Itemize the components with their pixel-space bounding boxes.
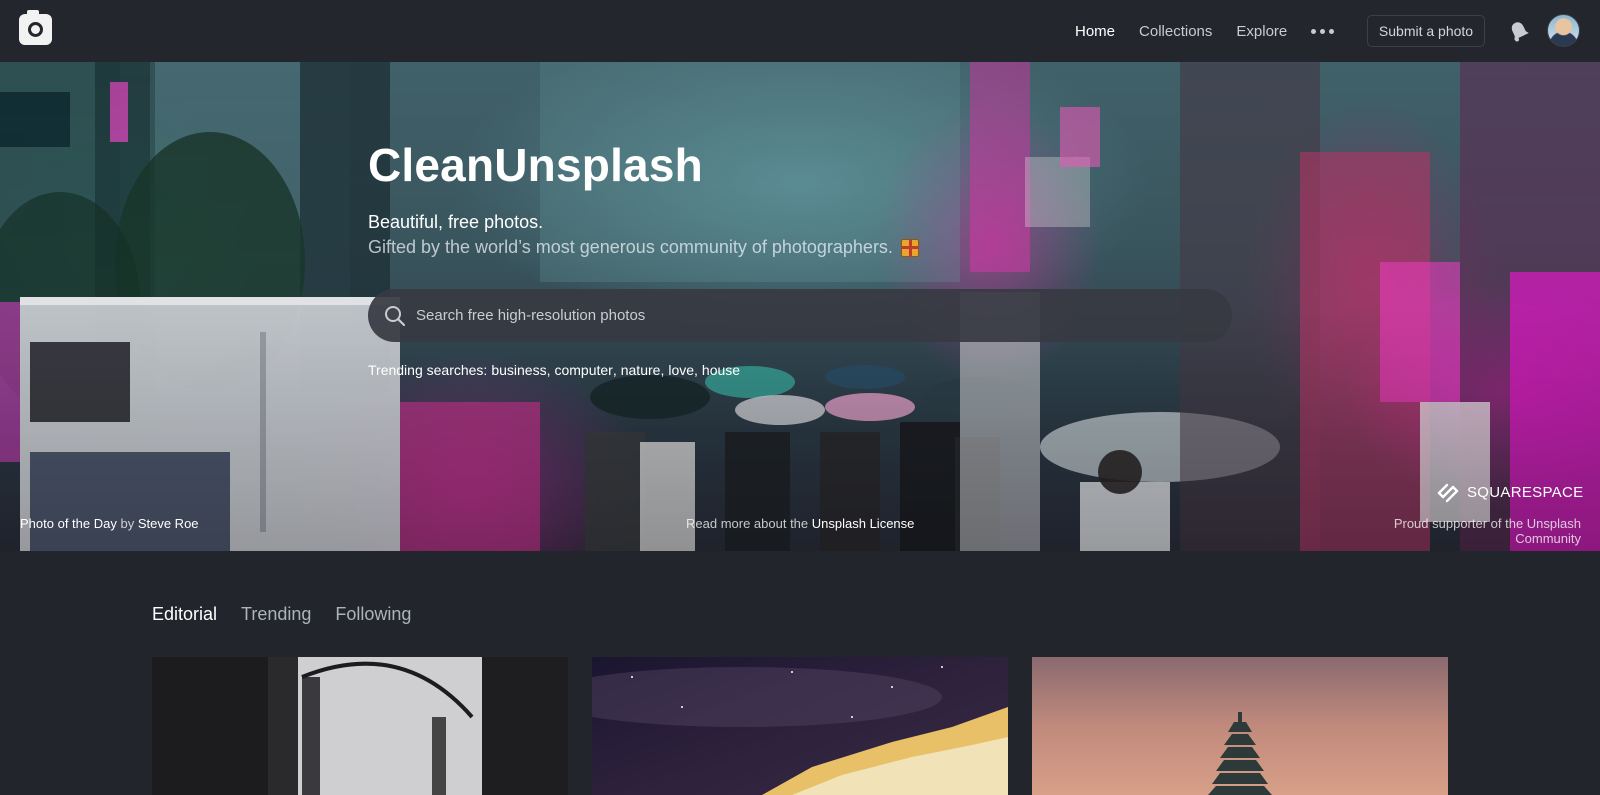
bell-icon[interactable] [1509,20,1529,42]
submit-photo-button[interactable]: Submit a photo [1367,15,1485,47]
trending-link-computer[interactable]: computer [554,362,612,378]
photo-card[interactable] [592,657,1008,795]
camera-icon[interactable] [19,10,52,45]
hero-subtitle: Beautiful, free photos. [368,212,544,232]
nav-home-link[interactable]: Home [1075,23,1115,40]
gift-icon [900,238,919,257]
hero-section: CleanUnsplash Beautiful, free photos. Gi… [0,62,1600,551]
hero-tagline-text: Gifted by the world’s most generous comm… [368,237,893,257]
license-prefix: Read more about the [686,516,809,531]
search-icon[interactable] [384,305,406,327]
main-nav: Home Collections Explore [1075,0,1335,62]
license-note: Read more about the Unsplash License [686,516,914,531]
photo-of-the-day: Photo of the Day by Steve Roe [20,516,199,531]
photo-of-the-day-by: by [120,516,135,531]
trending-searches: Trending searches: business, computer, n… [368,362,741,378]
sponsor-name: SQUARESPACE [1467,483,1584,501]
sponsor-text: Proud supporter of the Unsplash Communit… [1393,516,1581,546]
trending-link-house[interactable]: house [702,362,740,378]
hero-tagline: Gifted by the world’s most generous comm… [368,237,919,258]
nav-collections-link[interactable]: Collections [1139,23,1212,40]
trending-link-love[interactable]: love [668,362,694,378]
nav-explore-link[interactable]: Explore [1236,23,1287,40]
photo-of-the-day-label[interactable]: Photo of the Day [20,516,117,531]
squarespace-logo-icon [1437,483,1459,503]
squarespace-sponsor[interactable]: SQUARESPACE [1435,481,1583,503]
tab-editorial[interactable]: Editorial [152,604,217,625]
photo-architecture [268,657,568,795]
photo-santorini-night [592,666,1008,795]
photo-card[interactable] [152,657,568,795]
photo-author-link[interactable]: Steve Roe [138,516,199,531]
hero-title: CleanUnsplash [368,139,703,191]
trending-label: Trending searches: [368,362,488,378]
photo-pagoda-sunset [1208,712,1272,795]
search-bar [368,289,1232,342]
photo-card[interactable] [1032,657,1448,795]
user-avatar[interactable] [1547,14,1580,47]
license-link[interactable]: Unsplash License [812,516,915,531]
search-input[interactable] [416,289,1196,342]
more-dots-icon[interactable] [1311,21,1335,41]
trending-link-business[interactable]: business [491,362,546,378]
tab-following[interactable]: Following [335,604,411,625]
trending-link-nature[interactable]: nature [621,362,661,378]
feed-tabs: Editorial Trending Following [152,604,411,625]
top-navbar: Home Collections Explore Submit a photo [0,0,1600,62]
tab-trending[interactable]: Trending [241,604,311,625]
